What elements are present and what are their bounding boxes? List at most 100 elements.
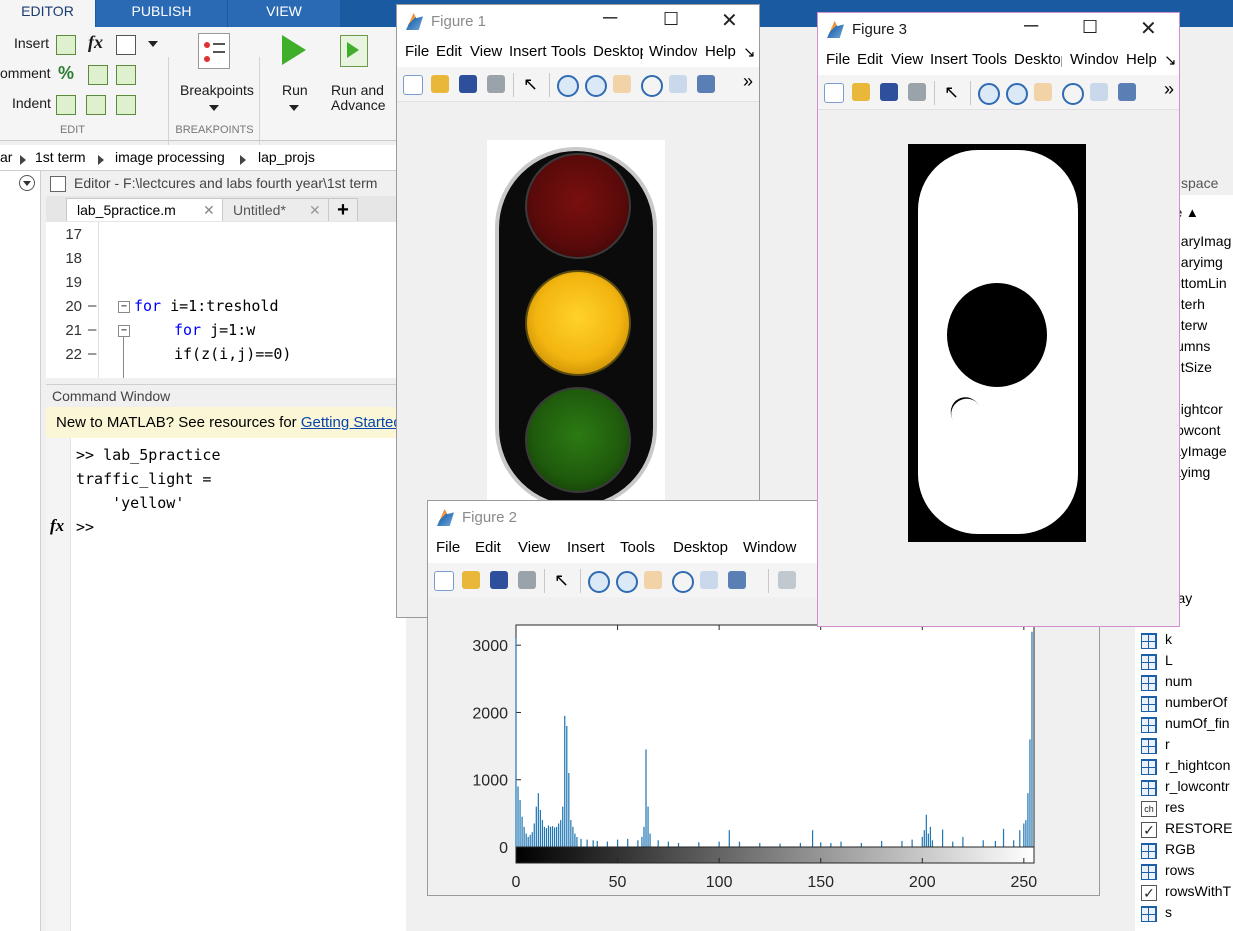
toolbar-more-icon[interactable]: » — [1164, 79, 1174, 100]
chevron-down-icon[interactable] — [148, 41, 158, 47]
run-advance-icon[interactable] — [340, 35, 368, 67]
workspace-item[interactable]: rows — [1165, 862, 1195, 878]
brush-icon[interactable] — [1118, 83, 1136, 101]
indent-decrease-icon[interactable] — [116, 95, 136, 115]
breadcrumb-item[interactable]: ar — [0, 149, 12, 165]
code-editor[interactable]: 17 18 19 20 – 21 – 22 – − − for i=1:tres… — [46, 222, 406, 378]
chevron-down-icon[interactable] — [209, 105, 219, 111]
insert-section-icon[interactable] — [56, 35, 76, 55]
chevron-down-icon[interactable] — [289, 105, 299, 111]
open-file-icon[interactable] — [462, 571, 480, 589]
workspace-item[interactable]: num — [1165, 673, 1192, 689]
close-icon[interactable]: ✕ — [1140, 16, 1157, 41]
tab-editor[interactable]: EDITOR — [0, 0, 95, 27]
save-icon[interactable] — [459, 75, 477, 93]
breadcrumb-item[interactable]: lap_projs — [258, 149, 315, 165]
figure-titlebar[interactable]: Figure 1 ─ ☐ ✕ — [397, 5, 759, 37]
breakpoint-dash[interactable]: – — [88, 298, 96, 314]
new-figure-icon[interactable] — [824, 83, 844, 103]
zoom-in-icon[interactable] — [557, 75, 579, 97]
dock-icon[interactable]: ↘ — [743, 43, 756, 61]
maximize-icon[interactable]: ☐ — [663, 9, 679, 30]
pointer-icon[interactable]: ↖ — [944, 83, 962, 101]
print-icon[interactable] — [518, 571, 536, 589]
fx-icon[interactable]: fx — [88, 32, 103, 53]
workspace-item[interactable]: naryImag — [1173, 233, 1231, 249]
dock-icon[interactable]: ↘ — [1164, 51, 1177, 69]
menu-insert[interactable]: Insert — [509, 43, 549, 60]
run-button[interactable]: Run — [282, 82, 308, 98]
fold-icon[interactable]: − — [118, 325, 130, 337]
menu-window[interactable]: Window — [743, 539, 796, 556]
pan-hand-icon[interactable] — [1034, 83, 1052, 101]
menu-view[interactable]: View — [470, 43, 502, 60]
workspace-item[interactable]: lowcont — [1173, 422, 1220, 438]
run-advance-button-line2[interactable]: Advance — [331, 97, 385, 113]
workspace-item[interactable]: hightcor — [1173, 401, 1223, 417]
data-cursor-icon[interactable] — [669, 75, 687, 93]
insert-label[interactable]: Insert — [14, 35, 49, 51]
zoom-out-icon[interactable] — [1006, 83, 1028, 105]
wrap-comment-icon[interactable] — [116, 65, 136, 85]
tab-lab5practice[interactable]: lab_5practice.m ✕ — [66, 198, 228, 221]
fold-icon[interactable]: − — [118, 301, 130, 313]
pan-hand-icon[interactable] — [613, 75, 631, 93]
minimize-icon[interactable]: ─ — [1024, 15, 1038, 38]
save-icon[interactable] — [490, 571, 508, 589]
close-icon[interactable]: ✕ — [721, 8, 738, 33]
menu-window[interactable]: Window — [1070, 51, 1118, 68]
panel-menu-icon[interactable] — [19, 175, 35, 191]
zoom-out-icon[interactable] — [616, 571, 638, 593]
uncomment-icon[interactable] — [88, 65, 108, 85]
function-insert-icon[interactable] — [116, 35, 136, 55]
workspace-item[interactable]: RGB — [1165, 841, 1195, 857]
workspace-item[interactable]: r_hightcon — [1165, 757, 1230, 773]
breakpoints-button[interactable]: Breakpoints — [180, 82, 254, 98]
workspace-item[interactable]: naryimg — [1173, 254, 1223, 270]
menu-desktop[interactable]: Desktop — [673, 539, 728, 556]
menu-edit[interactable]: Edit — [857, 51, 883, 68]
command-window[interactable]: >> lab_5practice traffic_light = 'yellow… — [46, 438, 406, 931]
maximize-icon[interactable]: ☐ — [1082, 17, 1098, 38]
menu-edit[interactable]: Edit — [475, 539, 501, 556]
print-icon[interactable] — [487, 75, 505, 93]
breadcrumb-item[interactable]: 1st term — [35, 149, 86, 165]
menu-insert[interactable]: Insert — [930, 51, 968, 68]
menu-edit[interactable]: Edit — [436, 43, 462, 60]
workspace-item[interactable]: r — [1165, 736, 1170, 752]
menu-desktop[interactable]: Desktop — [1014, 51, 1062, 68]
menu-desktop[interactable]: Desktop — [593, 43, 643, 60]
run-advance-button[interactable]: Run and — [331, 82, 384, 98]
zoom-in-icon[interactable] — [978, 83, 1000, 105]
brush-icon[interactable] — [728, 571, 746, 589]
open-file-icon[interactable] — [852, 83, 870, 101]
pan-hand-icon[interactable] — [644, 571, 662, 589]
new-figure-icon[interactable] — [434, 571, 454, 591]
pointer-icon[interactable]: ↖ — [554, 571, 572, 589]
zoom-in-icon[interactable] — [588, 571, 610, 593]
menu-tools[interactable]: Tools — [551, 43, 586, 60]
menu-view[interactable]: View — [518, 539, 550, 556]
menu-tools[interactable]: Tools — [972, 51, 1007, 68]
command-prompt[interactable]: >> — [76, 518, 94, 536]
workspace-item[interactable]: numOf_fin — [1165, 715, 1230, 731]
close-icon[interactable]: ✕ — [309, 199, 321, 221]
workspace-item[interactable]: RESTORED — [1165, 820, 1233, 836]
workspace-item[interactable]: res — [1165, 799, 1184, 815]
menu-tools[interactable]: Tools — [620, 539, 655, 556]
rotate-3d-icon[interactable] — [672, 571, 694, 593]
smart-indent-icon[interactable] — [56, 95, 76, 115]
menu-file[interactable]: File — [436, 539, 460, 556]
workspace-item[interactable]: ayImage — [1173, 443, 1227, 459]
workspace-item[interactable]: ottomLin — [1173, 275, 1227, 291]
rotate-3d-icon[interactable] — [641, 75, 663, 97]
workspace-item[interactable]: L — [1165, 652, 1173, 668]
run-icon[interactable] — [282, 35, 306, 65]
workspace-item[interactable]: k — [1165, 631, 1172, 647]
tab-publish[interactable]: PUBLISH — [96, 0, 227, 27]
comment-label[interactable]: omment — [0, 65, 51, 81]
brush-icon[interactable] — [697, 75, 715, 93]
menu-window[interactable]: Window — [649, 43, 697, 60]
indent-label[interactable]: Indent — [12, 95, 51, 111]
workspace-item[interactable]: numberOf — [1165, 694, 1227, 710]
